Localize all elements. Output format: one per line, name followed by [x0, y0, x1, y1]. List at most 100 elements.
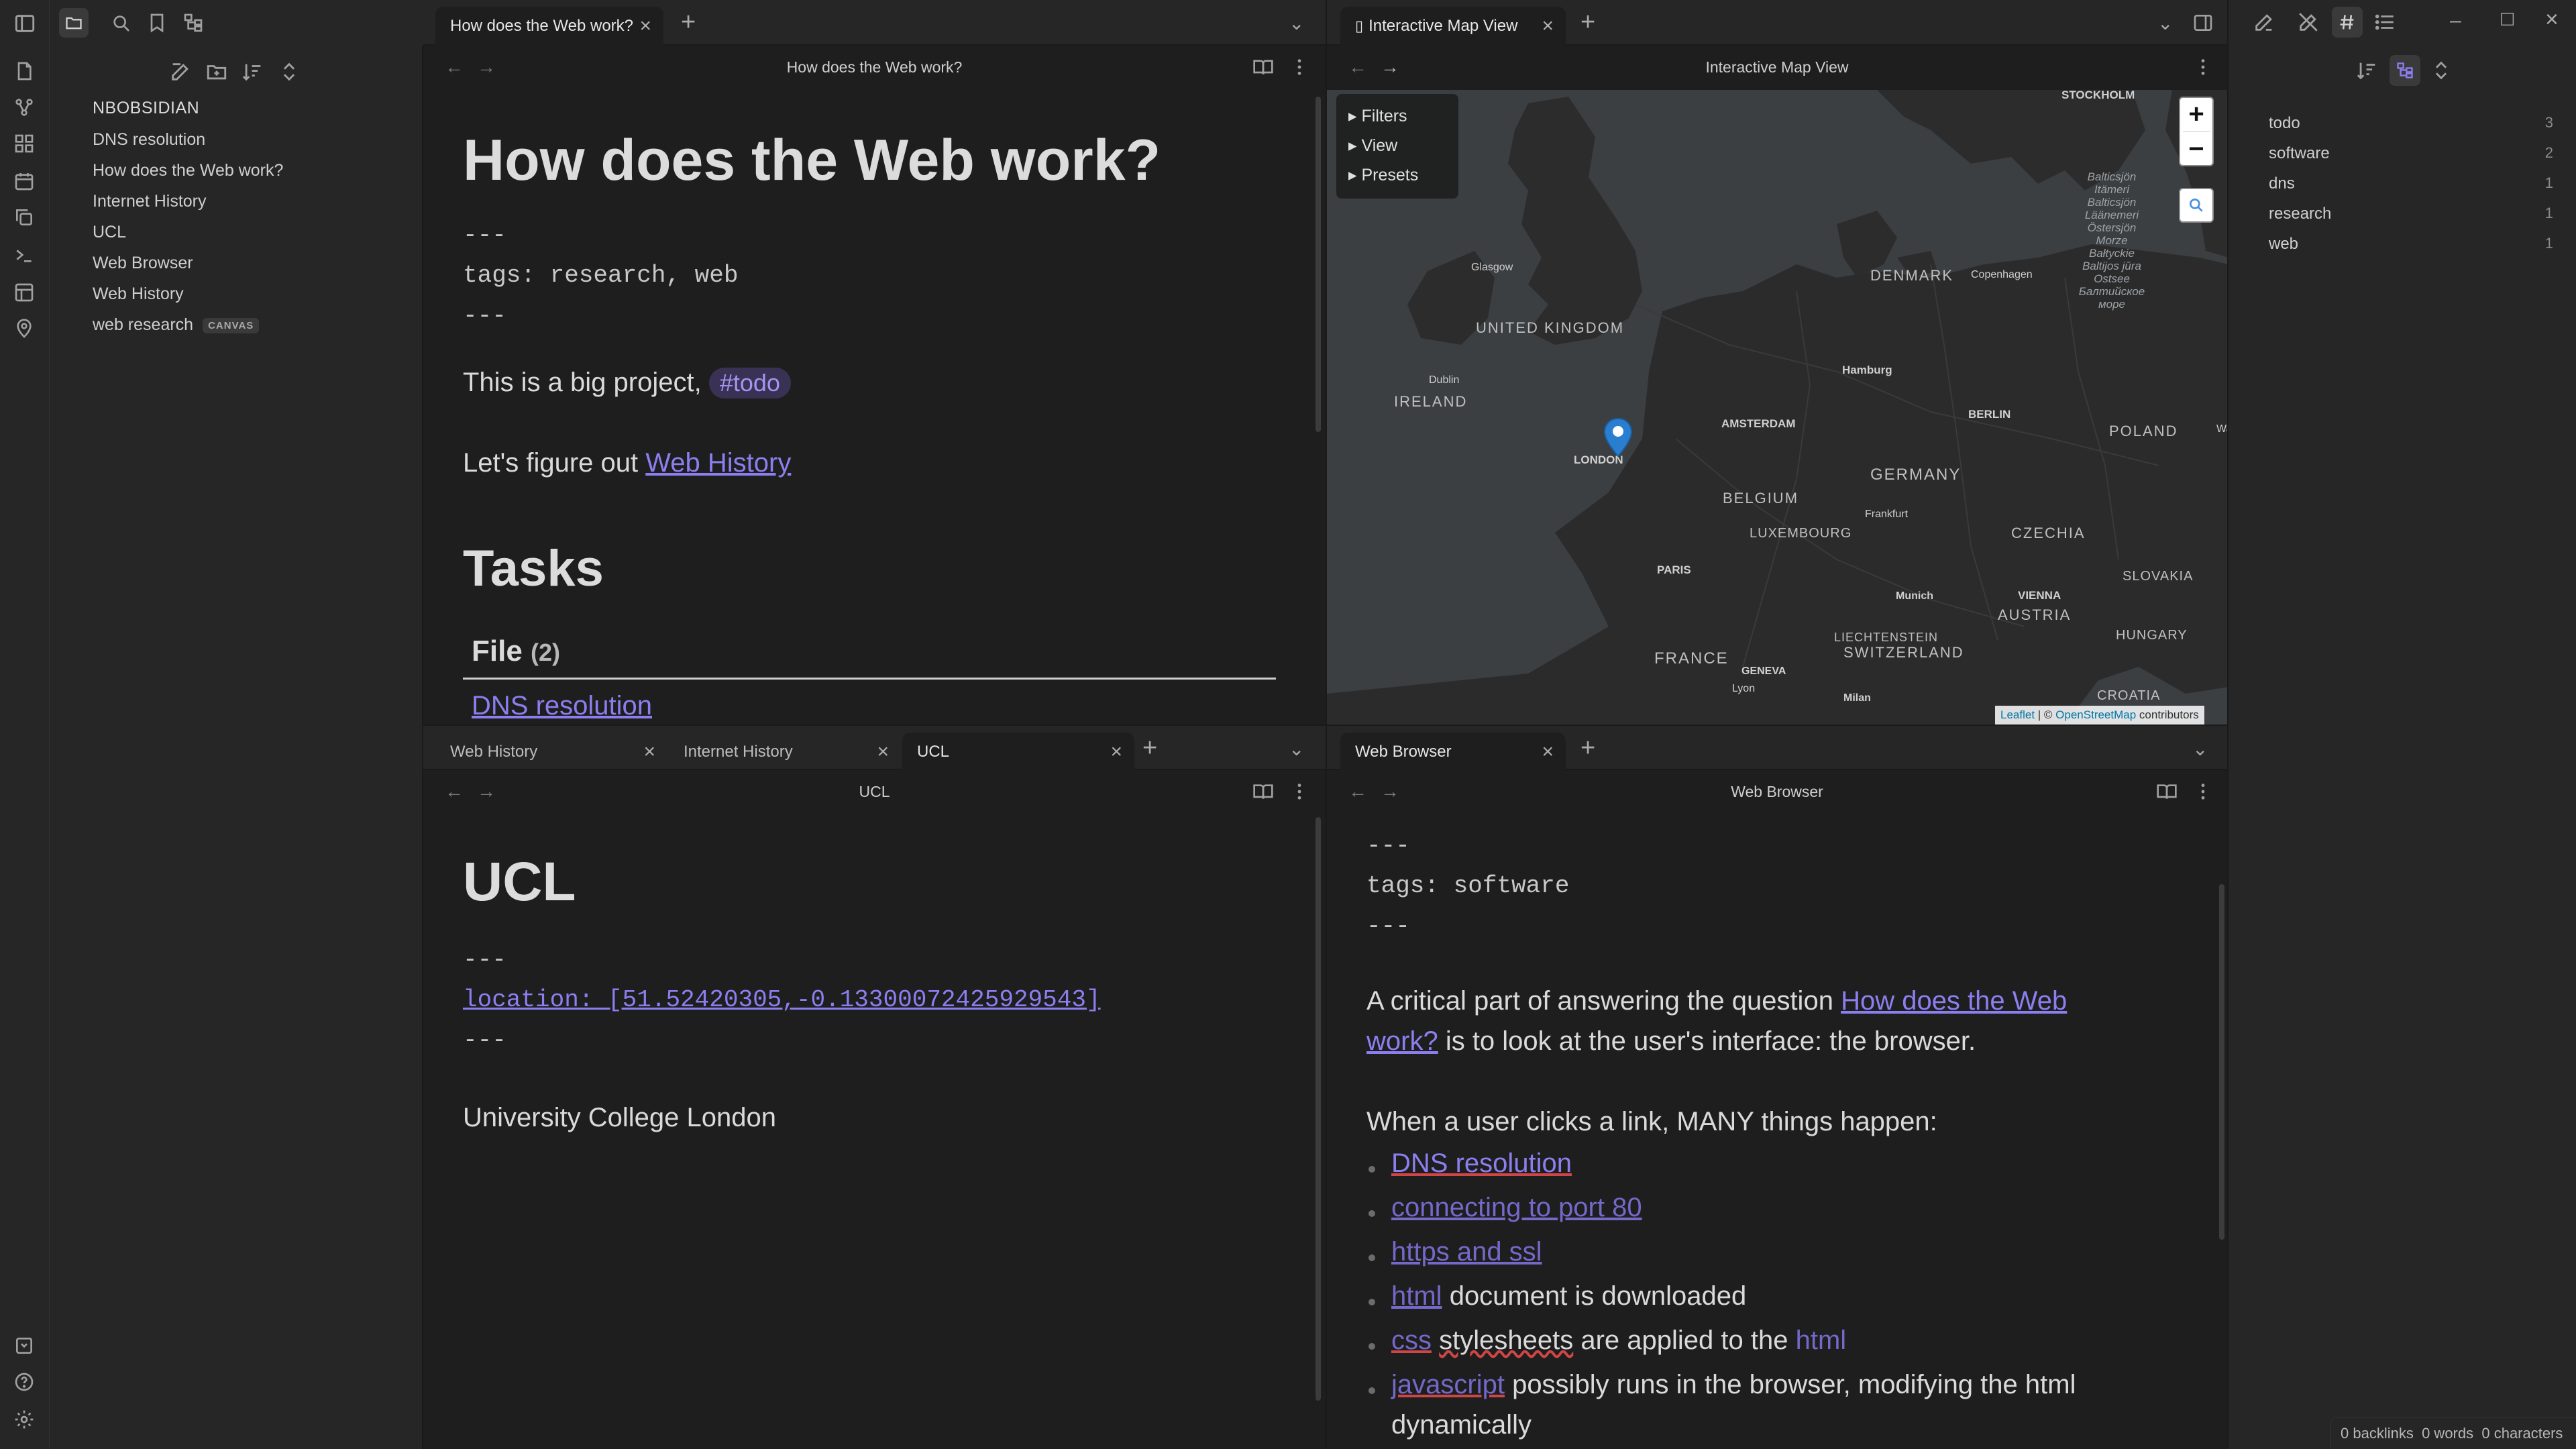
canvas-icon[interactable]: [13, 133, 35, 154]
frontmatter-location[interactable]: location: [51.52420305,-0.13300072425929…: [463, 986, 1101, 1014]
link-https-and-ssl[interactable]: https and ssl: [1391, 1237, 1542, 1267]
new-folder-icon[interactable]: [205, 60, 228, 83]
terminal-icon[interactable]: [13, 244, 35, 266]
sort-icon[interactable]: [241, 60, 264, 83]
map-canvas[interactable]: STOCKHOLM Glasgow UNITED KINGDOM DENMARK…: [1327, 90, 2227, 724]
close-icon[interactable]: ×: [1542, 7, 1554, 46]
new-tab-icon[interactable]: +: [1580, 735, 1595, 761]
bookmark-icon[interactable]: [146, 12, 168, 34]
file-item[interactable]: How does the Web work?: [93, 161, 283, 180]
tab-interactive-map-view[interactable]: ▯ Interactive Map View ×: [1340, 7, 1566, 46]
collapse-all-icon[interactable]: [2430, 59, 2453, 82]
graph-view-icon[interactable]: [13, 97, 35, 118]
file-item[interactable]: Internet History: [93, 192, 207, 211]
more-options-icon[interactable]: [1289, 56, 1310, 78]
chevron-down-icon[interactable]: ⌄: [2157, 12, 2173, 34]
outline-list-icon[interactable]: [2373, 11, 2396, 34]
zoom-in-button[interactable]: +: [2180, 98, 2212, 131]
link-how-does-the-web-work[interactable]: How does the Web: [1841, 986, 2067, 1016]
outline-tree-icon[interactable]: [182, 12, 204, 34]
collapse-all-icon[interactable]: [278, 60, 301, 83]
layout-icon[interactable]: [13, 282, 35, 303]
osm-link[interactable]: OpenStreetMap: [2055, 708, 2136, 721]
back-arrow-icon[interactable]: ←: [445, 770, 464, 813]
tree-view-icon[interactable]: [2390, 55, 2420, 86]
menu-filters[interactable]: ▸ Filters: [1348, 106, 1407, 126]
link-javascript[interactable]: javascript: [1391, 1370, 1505, 1399]
more-options-icon[interactable]: [2192, 56, 2214, 78]
tab-web-history[interactable]: Web History ×: [435, 733, 667, 771]
chevron-down-icon[interactable]: ⌄: [2192, 738, 2208, 760]
close-icon[interactable]: ×: [639, 7, 651, 46]
new-note-icon[interactable]: [169, 60, 192, 83]
reading-view-icon[interactable]: [2156, 781, 2178, 802]
forward-arrow-icon[interactable]: →: [477, 46, 496, 89]
calendar-icon[interactable]: [13, 170, 35, 192]
copy-icon[interactable]: [13, 207, 35, 228]
map-search-button[interactable]: [2179, 188, 2214, 223]
search-icon[interactable]: [110, 12, 131, 34]
link-how-does-the-web-work[interactable]: work?: [1366, 1026, 1438, 1056]
back-arrow-icon[interactable]: ←: [1348, 46, 1367, 89]
map-marker-ucl[interactable]: [1603, 417, 1633, 459]
new-tab-icon[interactable]: +: [1580, 9, 1595, 35]
link-dns-resolution[interactable]: DNS resolution: [472, 691, 652, 721]
menu-presets[interactable]: ▸ Presets: [1348, 165, 1418, 185]
new-tab-icon[interactable]: +: [681, 9, 696, 35]
link-connecting-to-port-80[interactable]: connecting to port 80: [1391, 1193, 1642, 1223]
vault-name[interactable]: NBOBSIDIAN: [93, 99, 199, 118]
status-backlinks[interactable]: 0 backlinks: [2341, 1425, 2414, 1442]
tab-how-does-the-web-work[interactable]: How does the Web work? ×: [435, 7, 663, 46]
hash-tags-icon[interactable]: [2332, 7, 2363, 38]
close-icon[interactable]: ×: [1110, 733, 1122, 771]
sort-icon[interactable]: [2356, 59, 2379, 82]
close-icon[interactable]: ×: [1542, 733, 1554, 771]
forward-arrow-icon[interactable]: →: [1381, 46, 1399, 89]
scrollbar[interactable]: [1316, 817, 1321, 1401]
forward-arrow-icon[interactable]: →: [1381, 770, 1399, 813]
misspelled-word[interactable]: stylesheets: [1439, 1326, 1573, 1355]
vault-switcher-icon[interactable]: [13, 1335, 35, 1356]
more-options-icon[interactable]: [1289, 781, 1310, 802]
link-html[interactable]: html: [1796, 1326, 1847, 1355]
tab-ucl[interactable]: UCL ×: [902, 733, 1134, 771]
more-options-icon[interactable]: [2192, 781, 2214, 802]
tag-row[interactable]: software 2: [2269, 144, 2553, 163]
frontmatter-tags[interactable]: tags: research, web: [463, 262, 738, 289]
settings-icon[interactable]: [13, 1409, 35, 1430]
file-item-canvas[interactable]: web research CANVAS: [93, 315, 260, 335]
maximize-icon[interactable]: ☐: [2500, 9, 2515, 30]
tag-row[interactable]: todo 3: [2269, 114, 2553, 133]
file-item[interactable]: DNS resolution: [93, 130, 205, 150]
chevron-down-icon[interactable]: ⌄: [1289, 12, 1304, 34]
map-pin-icon[interactable]: [13, 318, 35, 339]
chevron-down-icon[interactable]: ⌄: [1289, 738, 1304, 760]
files-folder-icon[interactable]: [59, 8, 89, 38]
link-dns-resolution[interactable]: DNS resolution: [1391, 1148, 1572, 1179]
tag-row[interactable]: dns 1: [2269, 174, 2553, 193]
file-item[interactable]: UCL: [93, 223, 126, 242]
reading-view-icon[interactable]: [1252, 781, 1274, 802]
edit-link-icon[interactable]: [2253, 11, 2275, 34]
back-arrow-icon[interactable]: ←: [1348, 770, 1367, 813]
help-icon[interactable]: [13, 1371, 35, 1393]
menu-view[interactable]: ▸ View: [1348, 136, 1397, 156]
link-html[interactable]: html: [1391, 1281, 1442, 1311]
close-window-icon[interactable]: ×: [2545, 7, 2559, 33]
tab-web-browser[interactable]: Web Browser ×: [1340, 733, 1566, 771]
back-arrow-icon[interactable]: ←: [445, 46, 464, 89]
file-item[interactable]: Web Browser: [93, 254, 193, 273]
tag-row[interactable]: web 1: [2269, 235, 2553, 254]
scrollbar[interactable]: [1316, 97, 1321, 432]
zoom-out-button[interactable]: −: [2180, 133, 2212, 166]
new-tab-icon[interactable]: +: [1142, 735, 1157, 761]
close-icon[interactable]: ×: [877, 733, 889, 771]
minimize-icon[interactable]: –: [2450, 9, 2461, 32]
sidebar-toggle-icon[interactable]: [13, 12, 36, 35]
right-sidebar-toggle-icon[interactable]: [2192, 12, 2214, 34]
frontmatter-tags[interactable]: tags: software: [1366, 872, 1569, 900]
unlink-icon[interactable]: [2297, 11, 2320, 34]
new-note-icon[interactable]: [13, 60, 35, 82]
tag-todo[interactable]: #todo: [708, 368, 791, 398]
close-icon[interactable]: ×: [643, 733, 655, 771]
